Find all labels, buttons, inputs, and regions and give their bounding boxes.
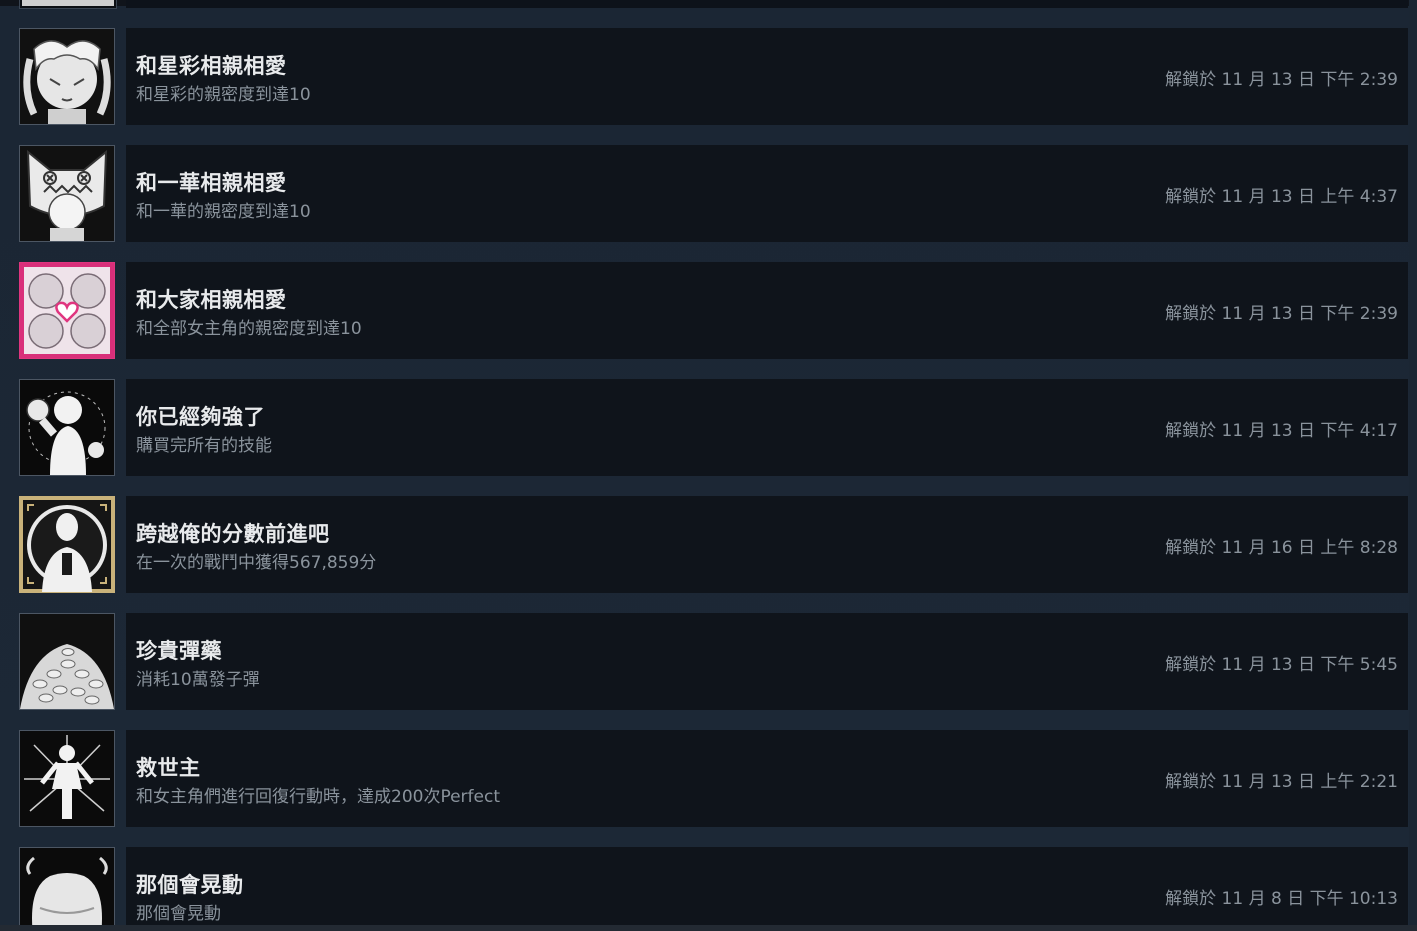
achievement-row: 那個會晃動 那個會晃動 解鎖於 11 月 8 日 下午 10:13: [19, 847, 1409, 931]
bullet-pile-icon: [19, 613, 115, 710]
heroines-heart-icon: [19, 262, 115, 359]
achievement-unlock-time: 解鎖於 11 月 13 日 上午 2:21: [1165, 772, 1398, 792]
achievement-info: 你已經夠強了 購買完所有的技能 解鎖於 11 月 13 日 下午 4:17: [126, 379, 1408, 476]
achievement-info: 那個會晃動 那個會晃動 解鎖於 11 月 8 日 下午 10:13: [126, 847, 1408, 931]
achievement-row: 珍貴彈藥 消耗10萬發子彈 解鎖於 11 月 13 日 下午 5:45: [19, 613, 1409, 710]
achievement-unlock-time: 解鎖於 11 月 16 日 上午 8:28: [1165, 538, 1398, 558]
achievement-title: 和一華相親相愛: [136, 171, 287, 195]
right-edge: [1409, 0, 1417, 931]
achievement-title: 和星彩相親相愛: [136, 54, 287, 78]
previous-achievement-icon-partial: [19, 0, 117, 9]
achievement-unlock-time: 解鎖於 11 月 13 日 下午 5:45: [1165, 655, 1398, 675]
girl-cat-hood-icon: [19, 145, 115, 242]
achievement-row: 和大家相親相愛 和全部女主角的親密度到達10 解鎖於 11 月 13 日 下午 …: [19, 262, 1409, 359]
achievement-title: 那個會晃動: [136, 873, 244, 897]
previous-achievement-row-partial: [126, 0, 1408, 8]
achievement-description: 那個會晃動: [136, 904, 221, 924]
achievement-info: 跨越俺的分數前進吧 在一次的戰鬥中獲得567,859分 解鎖於 11 月 16 …: [126, 496, 1408, 593]
achievement-unlock-time: 解鎖於 11 月 13 日 上午 4:37: [1165, 187, 1398, 207]
achievement-row: 救世主 和女主角們進行回復行動時，達成200次Perfect 解鎖於 11 月 …: [19, 730, 1409, 827]
achievement-unlock-time: 解鎖於 11 月 13 日 下午 2:39: [1165, 70, 1398, 90]
bouncing-chest-icon: [19, 847, 115, 931]
achievement-description: 和全部女主角的親密度到達10: [136, 319, 362, 339]
achievement-unlock-time: 解鎖於 11 月 8 日 下午 10:13: [1165, 889, 1398, 909]
achievement-title: 救世主: [136, 756, 201, 780]
achievement-description: 和女主角們進行回復行動時，達成200次Perfect: [136, 787, 500, 807]
bottom-edge: [0, 925, 1417, 931]
savior-silhouette-icon: [19, 730, 115, 827]
achievement-row: 和一華相親相愛 和一華的親密度到達10 解鎖於 11 月 13 日 上午 4:3…: [19, 145, 1409, 242]
achievement-title: 和大家相親相愛: [136, 288, 287, 312]
achievement-description: 和一華的親密度到達10: [136, 202, 311, 222]
achievement-info: 和星彩相親相愛 和星彩的親密度到達10 解鎖於 11 月 13 日 下午 2:3…: [126, 28, 1408, 125]
achievements-page: 和星彩相親相愛 和星彩的親密度到達10 解鎖於 11 月 13 日 下午 2:3…: [0, 0, 1417, 931]
achievement-row: 你已經夠強了 購買完所有的技能 解鎖於 11 月 13 日 下午 4:17: [19, 379, 1409, 476]
achievement-info: 救世主 和女主角們進行回復行動時，達成200次Perfect 解鎖於 11 月 …: [126, 730, 1408, 827]
achievement-unlock-time: 解鎖於 11 月 13 日 下午 4:17: [1165, 421, 1398, 441]
achievement-title: 珍貴彈藥: [136, 639, 222, 663]
achievement-info: 和一華相親相愛 和一華的親密度到達10 解鎖於 11 月 13 日 上午 4:3…: [126, 145, 1408, 242]
achievement-description: 在一次的戰鬥中獲得567,859分: [136, 553, 377, 573]
fist-figure-icon: [19, 379, 115, 476]
achievement-description: 消耗10萬發子彈: [136, 670, 260, 690]
girl-twin-tails-icon: [19, 28, 115, 125]
achievement-info: 和大家相親相愛 和全部女主角的親密度到達10 解鎖於 11 月 13 日 下午 …: [126, 262, 1408, 359]
achievement-description: 購買完所有的技能: [136, 436, 272, 456]
achievement-title: 跨越俺的分數前進吧: [136, 522, 330, 546]
achievement-description: 和星彩的親密度到達10: [136, 85, 311, 105]
target-silhouette-icon: [19, 496, 115, 593]
achievement-unlock-time: 解鎖於 11 月 13 日 下午 2:39: [1165, 304, 1398, 324]
achievement-info: 珍貴彈藥 消耗10萬發子彈 解鎖於 11 月 13 日 下午 5:45: [126, 613, 1408, 710]
achievement-row: 和星彩相親相愛 和星彩的親密度到達10 解鎖於 11 月 13 日 下午 2:3…: [19, 28, 1409, 125]
achievement-title: 你已經夠強了: [136, 405, 265, 429]
achievement-row: 跨越俺的分數前進吧 在一次的戰鬥中獲得567,859分 解鎖於 11 月 16 …: [19, 496, 1409, 593]
